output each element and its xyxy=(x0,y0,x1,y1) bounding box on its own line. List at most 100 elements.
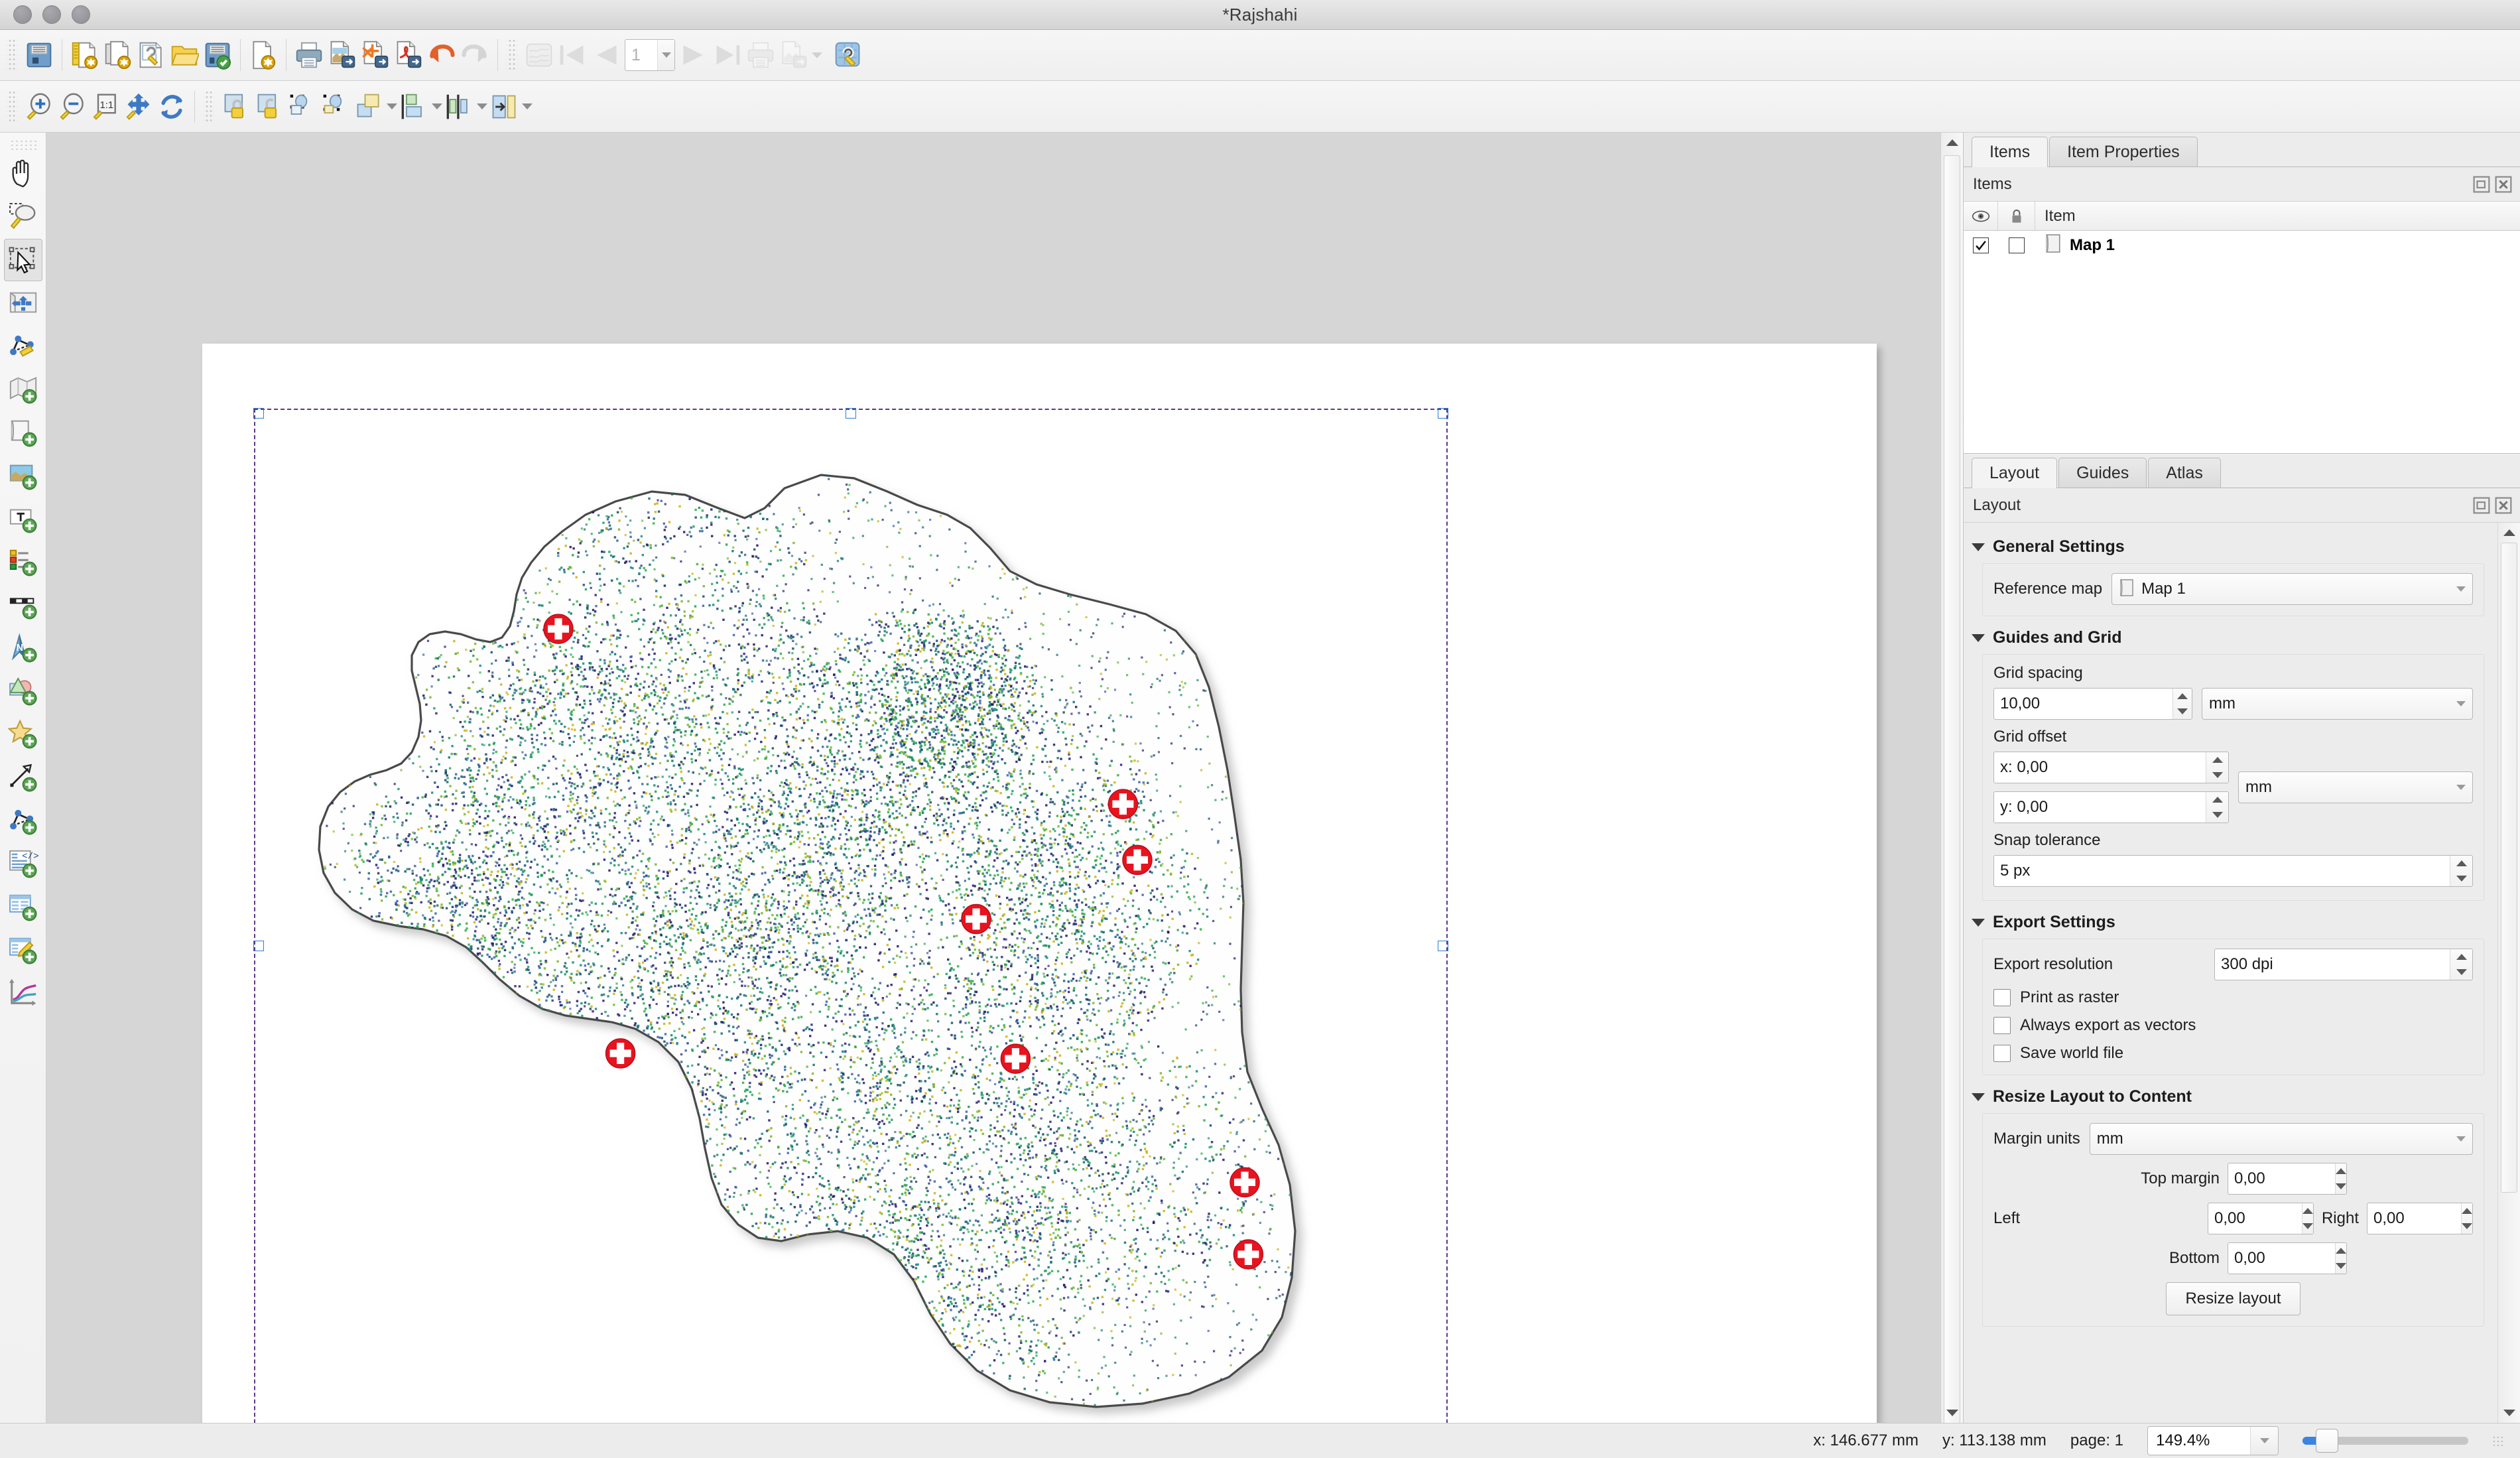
spin-up[interactable] xyxy=(2450,856,2472,871)
tab-atlas[interactable]: Atlas xyxy=(2148,458,2221,488)
snap-tolerance-spinbox[interactable] xyxy=(1993,855,2473,887)
scroll-up-arrow[interactable] xyxy=(1941,133,1963,153)
items-list-panel[interactable]: Item Map 1 xyxy=(1964,202,2520,454)
export-atlas-dropdown-arrow[interactable] xyxy=(812,52,822,58)
ungroup-items-button[interactable] xyxy=(319,88,352,125)
duplicate-layout-button[interactable] xyxy=(101,36,135,74)
always-export-as-vectors-checkbox[interactable]: Always export as vectors xyxy=(1993,1016,2473,1035)
toolbar-grip[interactable] xyxy=(7,39,17,71)
spin-down[interactable] xyxy=(2206,807,2228,823)
spin-down[interactable] xyxy=(2450,964,2472,980)
align-items-button[interactable] xyxy=(397,88,430,125)
canvas-vertical-scrollbar[interactable] xyxy=(1940,133,1963,1423)
print-layout-button[interactable] xyxy=(292,36,326,74)
export-resolution-input[interactable] xyxy=(2215,949,2450,980)
export-resolution-spinbox[interactable] xyxy=(2214,949,2473,980)
tool-select-move-item[interactable] xyxy=(3,239,42,281)
spin-down[interactable] xyxy=(2206,767,2228,783)
scroll-down-arrow[interactable] xyxy=(2498,1403,2520,1423)
tool-add-3d-map[interactable] xyxy=(4,411,42,454)
items-table-row-map1[interactable]: Map 1 xyxy=(1964,231,2520,260)
tool-add-shape[interactable] xyxy=(4,670,42,712)
group-resize-layout-to-content[interactable]: Resize Layout to Content xyxy=(1964,1079,2497,1113)
close-icon[interactable] xyxy=(2495,497,2512,514)
zoom-to-width-button[interactable] xyxy=(122,88,155,125)
spin-up[interactable] xyxy=(2335,1163,2346,1179)
canvas-scroll-thumb[interactable] xyxy=(1944,155,1960,1423)
atlas-first-feature-button[interactable] xyxy=(556,36,589,74)
zoom-out-button[interactable] xyxy=(56,88,89,125)
grid-spacing-input[interactable] xyxy=(1994,689,2173,719)
export-as-svg-button[interactable] xyxy=(359,36,392,74)
layout-page[interactable] xyxy=(202,344,1877,1423)
tool-add-label[interactable] xyxy=(4,497,42,540)
add-items-from-template-button[interactable] xyxy=(247,36,280,74)
spin-down[interactable] xyxy=(2335,1179,2346,1194)
left-margin-input[interactable] xyxy=(2208,1203,2302,1234)
undo-button[interactable] xyxy=(425,36,458,74)
spin-down[interactable] xyxy=(2173,704,2192,719)
raise-items-dropdown-arrow[interactable] xyxy=(387,103,397,109)
scroll-up-arrow[interactable] xyxy=(2498,523,2520,543)
tab-layout[interactable]: Layout xyxy=(1972,458,2058,488)
spin-down[interactable] xyxy=(2302,1219,2313,1234)
right-margin-spinbox[interactable] xyxy=(2367,1203,2473,1234)
open-layout-button[interactable] xyxy=(168,36,201,74)
spin-up[interactable] xyxy=(2206,752,2228,767)
spin-down[interactable] xyxy=(2335,1258,2346,1274)
tab-items[interactable]: Items xyxy=(1972,137,2048,167)
spin-up[interactable] xyxy=(2450,949,2472,964)
tool-move-item-content[interactable] xyxy=(4,282,42,324)
export-as-pdf-button[interactable] xyxy=(392,36,425,74)
layout-manager-button[interactable] xyxy=(135,36,168,74)
layout-settings-scroll[interactable]: General Settings Reference map Map 1 Gui… xyxy=(1964,523,2520,1423)
right-margin-input[interactable] xyxy=(2367,1203,2461,1234)
left-margin-spinbox[interactable] xyxy=(2207,1203,2314,1234)
resize-handle-top-left[interactable] xyxy=(253,408,264,419)
resize-handle-middle-right[interactable] xyxy=(1438,941,1448,951)
spin-up[interactable] xyxy=(2206,792,2228,807)
atlas-feature-number-input[interactable]: 1 xyxy=(625,39,675,71)
resize-handle-top-right[interactable] xyxy=(1438,408,1448,419)
top-margin-spinbox[interactable] xyxy=(2228,1163,2347,1195)
chevron-down-icon[interactable] xyxy=(2250,1427,2278,1455)
unlock-all-items-button[interactable] xyxy=(253,88,286,125)
group-guides-and-grid[interactable]: Guides and Grid xyxy=(1964,620,2497,654)
top-margin-input[interactable] xyxy=(2228,1163,2335,1194)
align-items-dropdown-arrow[interactable] xyxy=(432,103,442,109)
zoom-level-combo[interactable]: 149.4% xyxy=(2147,1426,2279,1455)
close-icon[interactable] xyxy=(2495,176,2512,193)
tab-guides[interactable]: Guides xyxy=(2058,458,2147,488)
row-lock-checkbox[interactable] xyxy=(1998,237,2035,253)
distribute-items-dropdown-arrow[interactable] xyxy=(477,103,487,109)
scroll-down-arrow[interactable] xyxy=(1941,1403,1963,1423)
tool-add-marker[interactable] xyxy=(4,713,42,756)
bottom-margin-spinbox[interactable] xyxy=(2228,1242,2347,1274)
atlas-toolbar-grip[interactable] xyxy=(507,39,517,71)
tool-add-north-arrow[interactable]: N xyxy=(4,627,42,669)
zoom-slider-thumb[interactable] xyxy=(2316,1429,2338,1453)
tool-add-arrow[interactable] xyxy=(4,756,42,799)
save-as-template-button[interactable] xyxy=(201,36,234,74)
redo-button[interactable] xyxy=(458,36,491,74)
resize-layout-button[interactable]: Resize layout xyxy=(2166,1282,2300,1315)
navigation-toolbar-grip[interactable] xyxy=(7,90,17,123)
lock-selected-items-button[interactable] xyxy=(220,88,253,125)
zoom-in-button[interactable] xyxy=(23,88,56,125)
tool-add-fixed-table[interactable] xyxy=(4,929,42,971)
tool-zoom[interactable] xyxy=(4,196,42,238)
tool-add-legend[interactable] xyxy=(4,541,42,583)
window-resize-grip[interactable] xyxy=(2492,1435,2503,1446)
layout-dock-scrollbar[interactable] xyxy=(2497,523,2520,1423)
items-toolbar-grip[interactable] xyxy=(204,90,214,123)
atlas-next-feature-button[interactable] xyxy=(678,36,711,74)
atlas-previous-feature-button[interactable] xyxy=(589,36,622,74)
grid-offset-y-spinbox[interactable] xyxy=(1993,791,2229,823)
print-atlas-button[interactable] xyxy=(744,36,777,74)
grid-offset-x-spinbox[interactable] xyxy=(1993,752,2229,783)
save-world-file-checkbox[interactable]: Save world file xyxy=(1993,1044,2473,1063)
tool-pan-layout[interactable] xyxy=(4,153,42,195)
spin-down[interactable] xyxy=(2450,871,2472,886)
row-visibility-checkbox[interactable] xyxy=(1964,237,1998,253)
save-project-button[interactable] xyxy=(23,36,56,74)
